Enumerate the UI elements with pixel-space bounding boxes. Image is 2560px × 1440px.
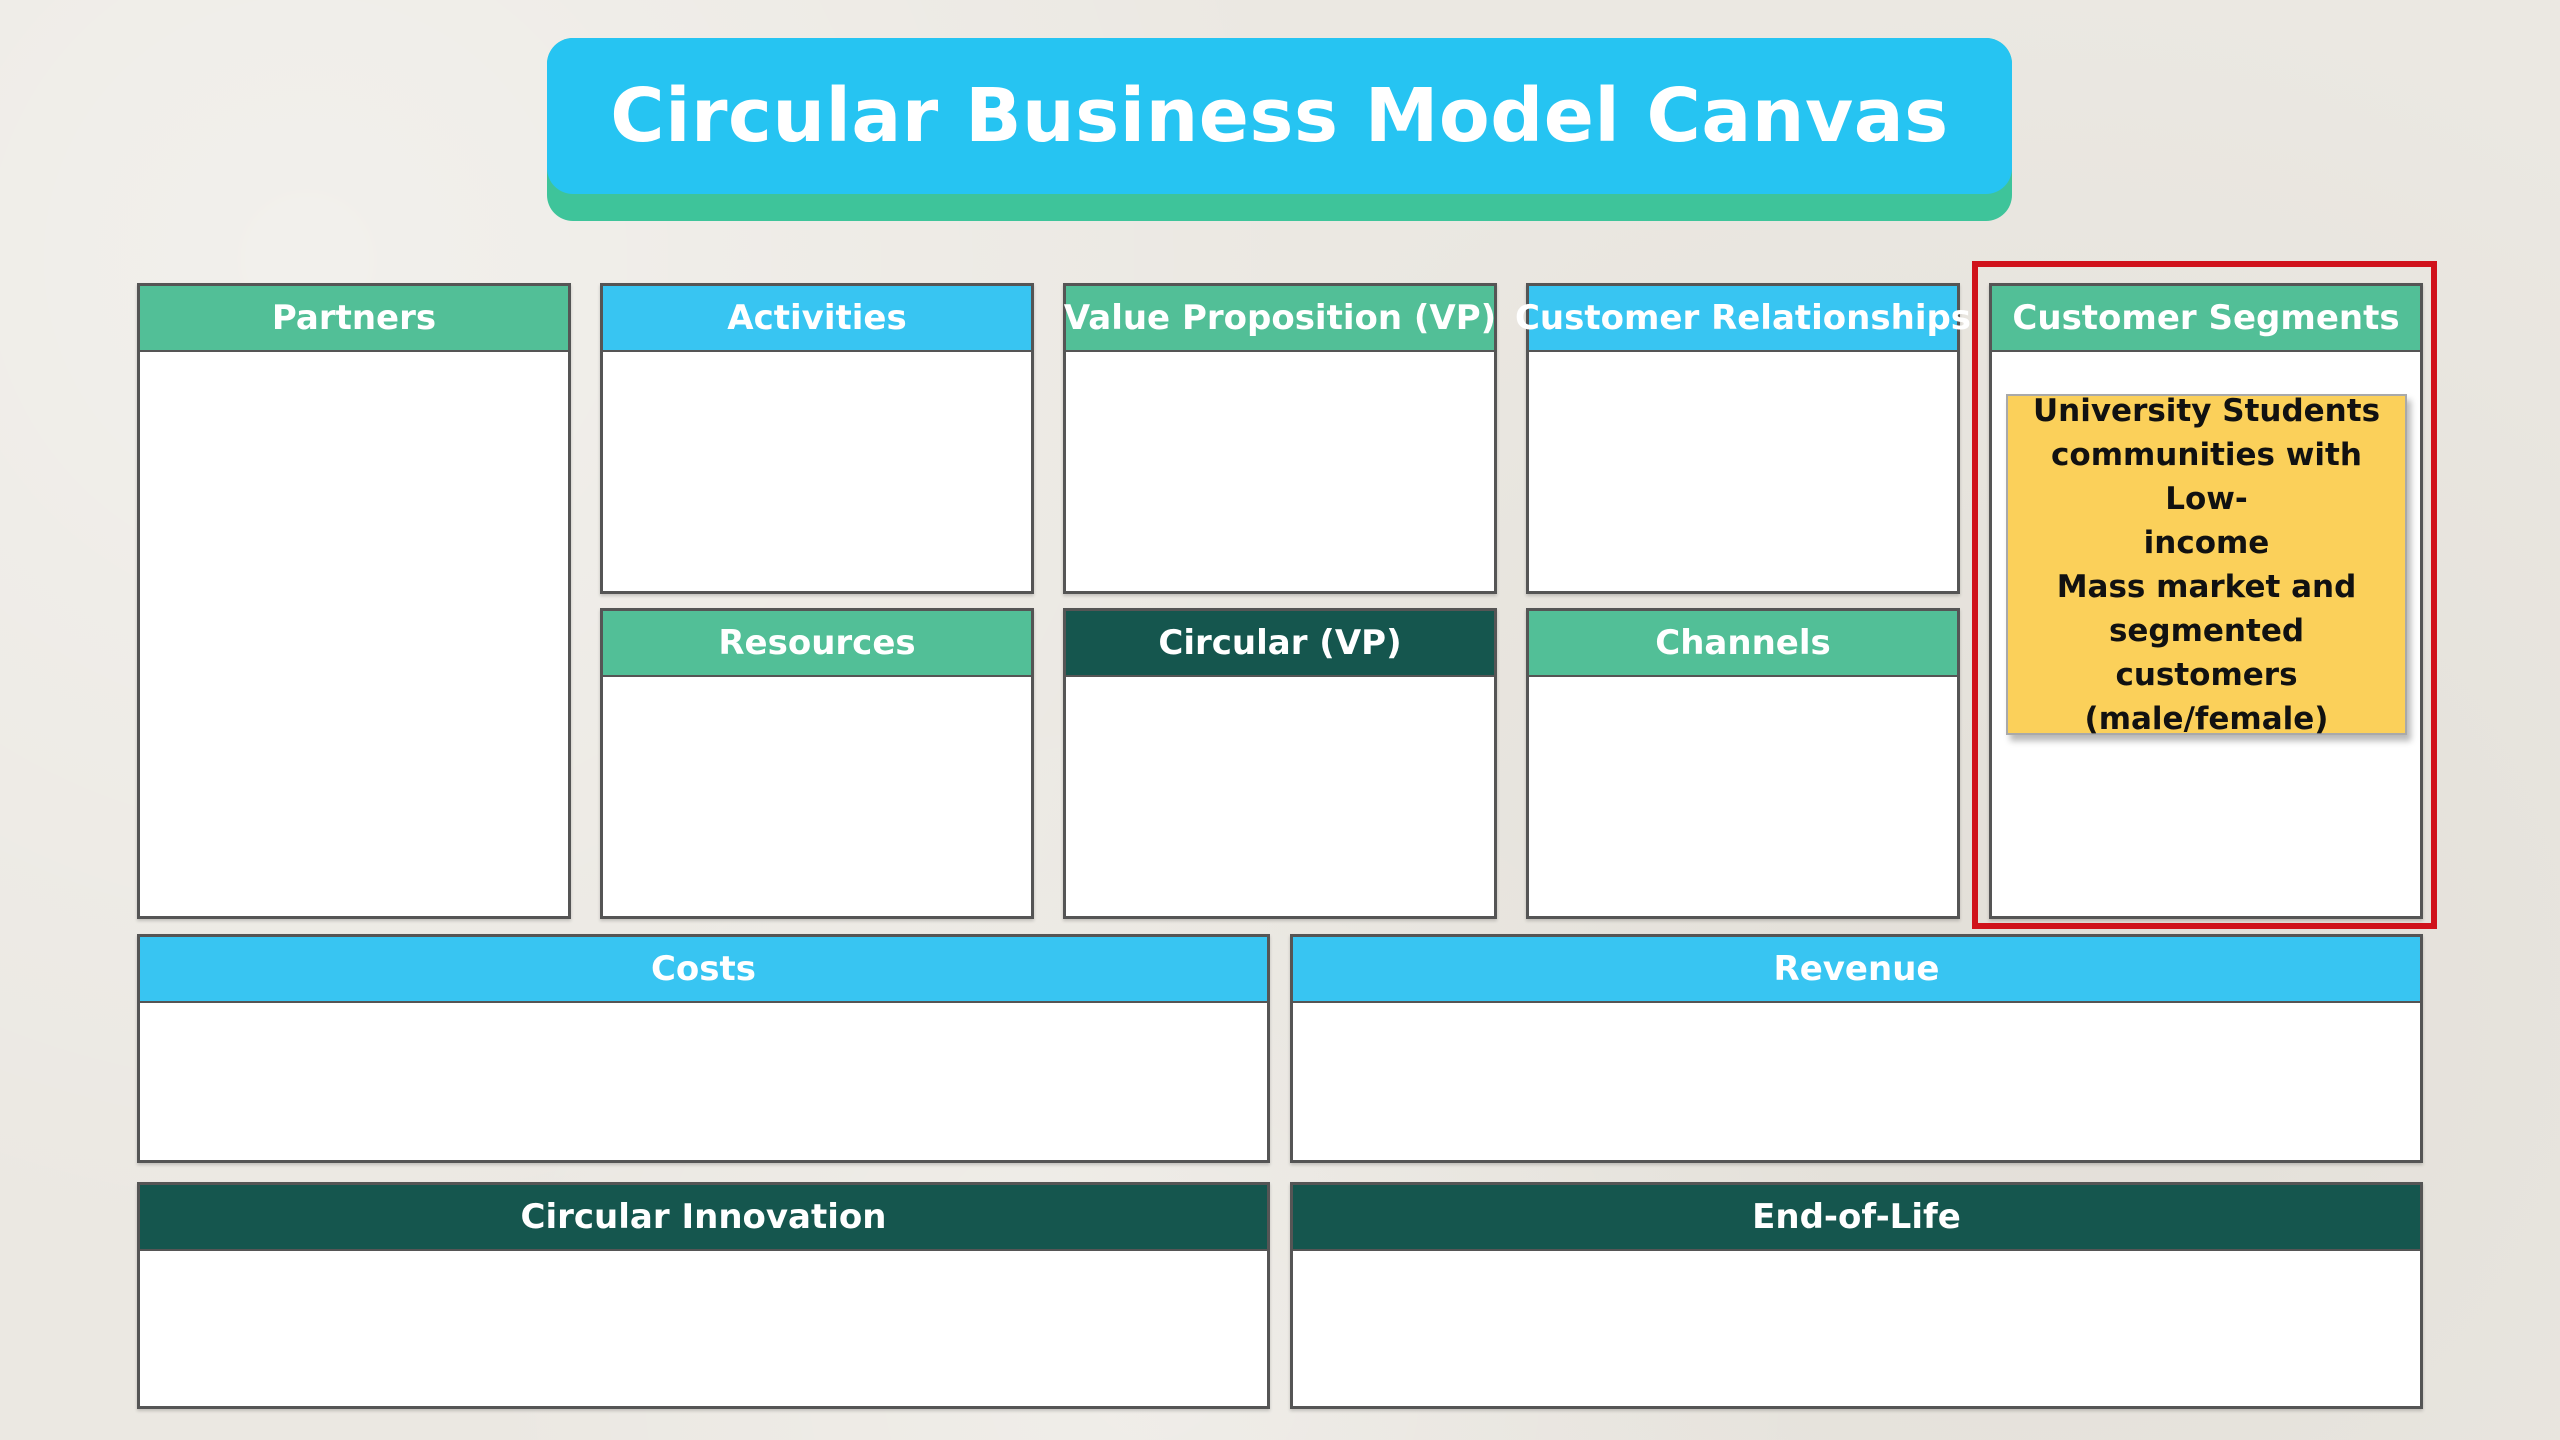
block-header-resources: Resources xyxy=(603,611,1031,677)
page-title: Circular Business Model Canvas xyxy=(610,73,1949,159)
block-header-activities: Activities xyxy=(603,286,1031,352)
block-header-end-of-life: End-of-Life xyxy=(1293,1185,2420,1251)
block-costs: Costs xyxy=(137,934,1270,1163)
block-activities: Activities xyxy=(600,283,1034,594)
sticky-note-line: University Students xyxy=(2032,392,2381,429)
block-header-customer-relationships: Customer Relationships xyxy=(1515,286,1971,352)
block-header-channels: Channels xyxy=(1529,611,1957,677)
title-banner-face: Circular Business Model Canvas xyxy=(547,38,2012,194)
block-header-customer-segments: Customer Segments xyxy=(1992,286,2420,352)
block-header-revenue: Revenue xyxy=(1293,937,2420,1003)
block-customer-relationships: Customer Relationships xyxy=(1515,283,1971,594)
block-header-partners: Partners xyxy=(140,286,568,352)
sticky-note-text: University Students communities with Low… xyxy=(2020,389,2393,741)
block-resources: Resources xyxy=(600,608,1034,919)
block-header-circular-innovation: Circular Innovation xyxy=(140,1185,1267,1251)
block-header-circular-vp: Circular (VP) xyxy=(1066,611,1494,677)
sticky-note-line: communities with Low- xyxy=(2051,436,2362,517)
block-circular-innovation: Circular Innovation xyxy=(137,1182,1270,1409)
block-header-costs: Costs xyxy=(140,937,1267,1003)
sticky-note-line: income xyxy=(2143,524,2270,561)
sticky-note-line: segmented customers xyxy=(2108,612,2305,693)
title-banner: Circular Business Model Canvas xyxy=(547,38,2012,221)
sticky-note-line: (male/female) xyxy=(2084,700,2329,737)
sticky-note-customer-segments: University Students communities with Low… xyxy=(2006,393,2407,737)
block-value-proposition: Value Proposition (VP) xyxy=(1063,283,1497,594)
block-header-value-proposition: Value Proposition (VP) xyxy=(1064,286,1496,352)
sticky-note-line: Mass market and xyxy=(2056,568,2357,605)
block-circular-vp: Circular (VP) xyxy=(1063,608,1497,919)
block-end-of-life: End-of-Life xyxy=(1290,1182,2423,1409)
block-revenue: Revenue xyxy=(1290,934,2423,1163)
block-channels: Channels xyxy=(1526,608,1960,919)
block-partners: Partners xyxy=(137,283,571,919)
